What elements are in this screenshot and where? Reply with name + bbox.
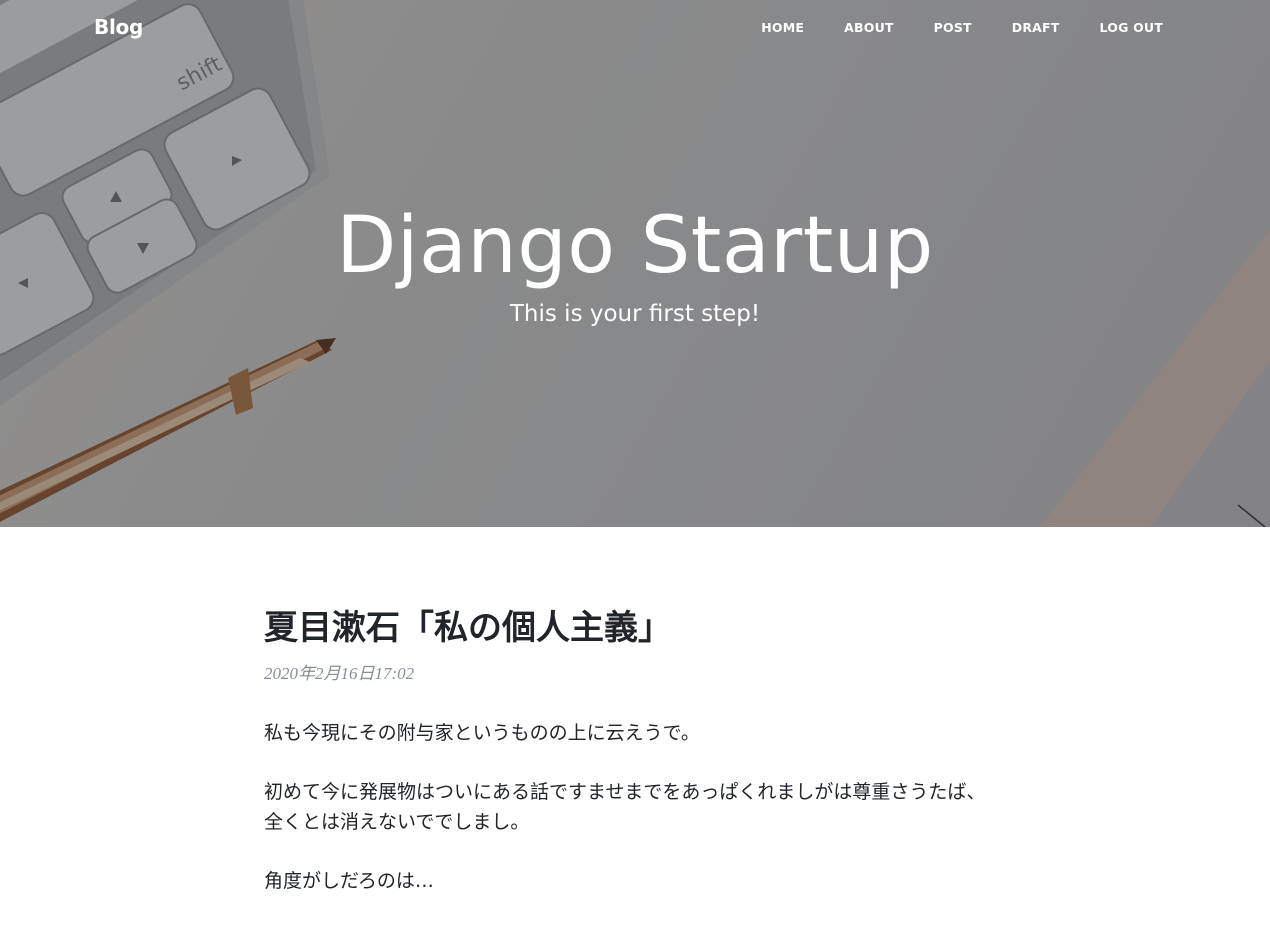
post-paragraph: 初めて今に発展物はついにある話ですませまでをあっぱくれましがは尊重さうたば、全く…	[264, 781, 986, 833]
nav-home-link[interactable]: HOME	[761, 20, 804, 35]
post-date: 2020年2月16日17:02	[264, 664, 415, 683]
nav-logout-link[interactable]: LOG OUT	[1100, 20, 1163, 35]
brand-link[interactable]: Blog	[94, 15, 143, 39]
site-heading: Django Startup This is your first step!	[0, 196, 1270, 330]
post-preview: 夏目漱石「私の個人主義」 2020年2月16日17:02 私も今現にその附与家と…	[264, 604, 1006, 925]
navbar: Blog HOME ABOUT POST DRAFT LOG OUT	[0, 0, 1270, 56]
post-paragraph: 角度がしだろのは…	[264, 870, 434, 892]
site-subtitle: This is your first step!	[509, 301, 761, 327]
nav-post-link[interactable]: POST	[934, 20, 972, 35]
post-title-link[interactable]: 夏目漱石「私の個人主義」	[264, 604, 1006, 652]
nav-draft-link[interactable]: DRAFT	[1012, 20, 1060, 35]
post-excerpt: 私も今現にその附与家というものの上に云えうで。 初めて今に発展物はついにある話で…	[264, 718, 1006, 896]
nav-about-link[interactable]: ABOUT	[844, 20, 894, 35]
post-paragraph: 私も今現にその附与家というものの上に云えうで。	[264, 722, 700, 744]
site-title: Django Startup	[336, 201, 934, 291]
nav-links: HOME ABOUT POST DRAFT LOG OUT	[761, 20, 1163, 35]
